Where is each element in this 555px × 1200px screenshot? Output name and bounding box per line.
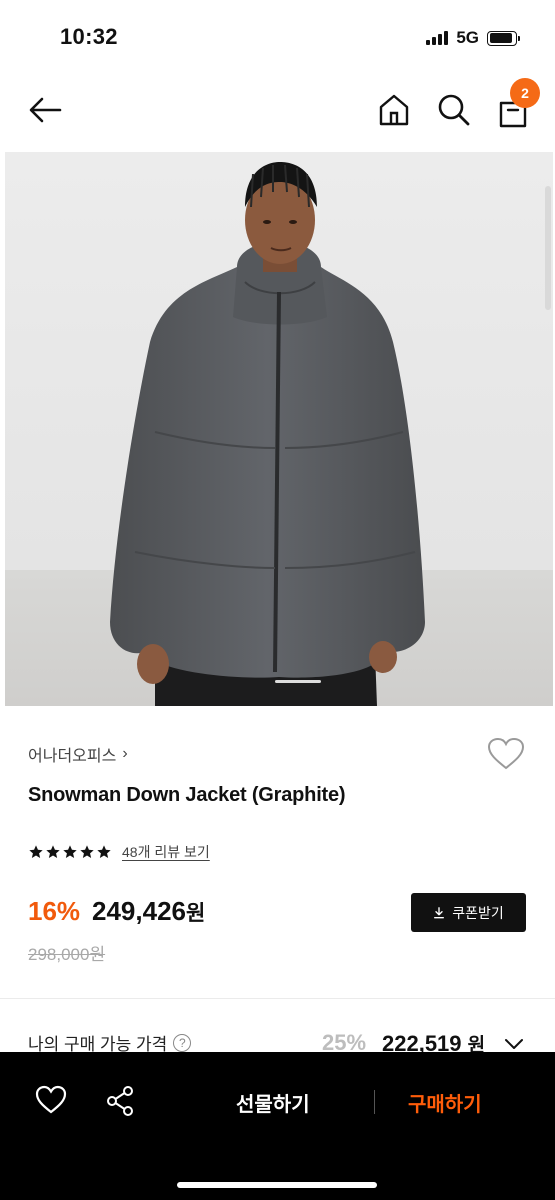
sale-price-value: 249,426: [92, 896, 186, 926]
bottom-wishlist-button[interactable]: [34, 1084, 68, 1116]
rating-row: 48개 리뷰 보기: [28, 842, 210, 862]
arrow-left-icon: [29, 97, 62, 123]
coupon-button[interactable]: 쿠폰받기: [411, 893, 526, 932]
share-icon: [107, 1086, 133, 1116]
signal-bars-icon: [426, 31, 449, 45]
top-navigation: 2: [0, 72, 555, 150]
battery-level: [489, 33, 512, 43]
original-price: 298,000원: [28, 945, 106, 964]
search-button[interactable]: [436, 92, 472, 128]
page-scrollbar[interactable]: [545, 186, 551, 310]
share-button[interactable]: [104, 1084, 136, 1118]
sale-price: 249,426원: [92, 896, 205, 927]
heart-icon: [487, 737, 525, 770]
back-button[interactable]: [26, 92, 66, 128]
help-icon[interactable]: ?: [173, 1033, 192, 1052]
image-page-indicator: [275, 680, 321, 683]
heart-icon: [35, 1085, 67, 1114]
network-type: 5G: [456, 28, 479, 47]
brand-link[interactable]: 어나더오피스 ›: [28, 742, 128, 766]
chevron-right-icon: ›: [122, 745, 128, 762]
status-time: 10:32: [60, 24, 118, 49]
coupon-label: 쿠폰받기: [452, 904, 504, 921]
button-separator: [374, 1090, 375, 1114]
star-rating: [28, 844, 112, 860]
status-indicators: 5G: [426, 28, 520, 48]
review-link[interactable]: 48개 리뷰 보기: [122, 842, 210, 862]
gift-button[interactable]: 선물하기: [236, 1088, 310, 1117]
status-bar: 10:32 5G: [0, 0, 555, 72]
product-image[interactable]: [5, 152, 553, 706]
buy-button[interactable]: 구매하기: [408, 1088, 482, 1117]
section-divider: [0, 998, 555, 999]
wishlist-button[interactable]: [486, 736, 526, 772]
bottom-action-bar: 선물하기 구매하기: [0, 1052, 555, 1200]
home-indicator[interactable]: [177, 1182, 377, 1188]
product-photo: [5, 152, 553, 706]
home-button[interactable]: [376, 92, 412, 128]
star-icon: [46, 845, 60, 858]
battery-icon: [487, 30, 520, 46]
discount-rate: 16%: [28, 896, 81, 926]
home-icon: [379, 94, 409, 126]
currency-label: 원: [185, 902, 206, 925]
brand-name: 어나더오피스: [28, 748, 117, 765]
download-icon: [434, 906, 445, 918]
cart-count-badge: 2: [510, 78, 540, 108]
star-icon: [29, 845, 43, 858]
star-icon: [63, 845, 77, 858]
search-icon: [438, 94, 470, 126]
product-title: Snowman Down Jacket (Graphite): [28, 784, 346, 806]
star-icon: [97, 845, 111, 858]
star-icon: [80, 845, 94, 858]
